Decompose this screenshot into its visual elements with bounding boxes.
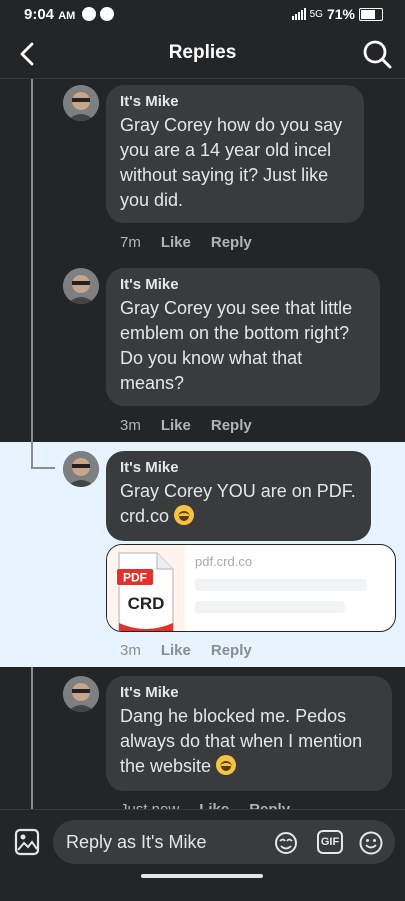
reply-button[interactable]: Reply [211, 642, 252, 659]
home-indicator[interactable] [141, 874, 263, 878]
reply-thread: It's Mike Gray Corey how do you say you … [0, 79, 405, 809]
messenger-icon [100, 7, 114, 21]
pdf-thumbnail: PDF CRD [107, 545, 185, 631]
like-button[interactable]: Like [161, 417, 191, 434]
page-title: Replies [168, 42, 237, 63]
highlighted-comment: It's Mike Gray Corey YOU are on PDF. crd… [0, 442, 405, 667]
status-bar: 9:04 AM 5G 71% [0, 0, 405, 30]
comment: It's Mike Gray Corey how do you say you … [0, 79, 405, 262]
comment: It's Mike Gray Corey you see that little… [0, 262, 405, 442]
comment-actions: 7m Like Reply [120, 234, 252, 251]
signal-icon [291, 8, 306, 20]
comment-bubble[interactable]: It's Mike Gray Corey you see that little… [106, 268, 380, 406]
comment-actions: 3m Like Reply [120, 417, 252, 434]
comment-text: Gray Corey YOU are on PDF. crd.co [120, 481, 356, 526]
link-title-placeholder [195, 601, 345, 613]
comment-time: 3m [120, 417, 141, 434]
comment-time: Just now [120, 801, 179, 809]
photo-icon[interactable] [14, 828, 40, 856]
link-preview-card[interactable]: PDF CRD pdf.crd.co [106, 544, 396, 632]
avatar[interactable] [63, 268, 99, 304]
network-label: 5G [309, 8, 323, 20]
comment-author[interactable]: It's Mike [120, 276, 366, 293]
emoji-icon[interactable] [358, 830, 384, 856]
reply-button[interactable]: Reply [211, 417, 252, 434]
comment-bubble[interactable]: It's Mike Dang he blocked me. Pedos alwa… [106, 676, 392, 791]
battery-label: 71% [326, 6, 355, 22]
reply-button[interactable]: Reply [249, 801, 290, 809]
avatar[interactable] [63, 676, 99, 712]
like-button[interactable]: Like [161, 642, 191, 659]
comment-text: Gray Corey you see that little emblem on… [120, 298, 353, 393]
comment: It's Mike Dang he blocked me. Pedos alwa… [0, 667, 405, 809]
comment-author[interactable]: It's Mike [120, 684, 378, 701]
reply-input[interactable]: Reply as It's Mike GIF [53, 820, 395, 864]
battery-icon [359, 7, 383, 21]
crd-thumb-label: CRD [128, 594, 165, 613]
sticker-icon[interactable] [273, 830, 299, 856]
rofl-emoji-icon [174, 505, 195, 525]
like-button[interactable]: Like [199, 801, 229, 809]
comment-author[interactable]: It's Mike [120, 93, 350, 110]
status-time: 9:04 AM [24, 6, 76, 23]
search-icon[interactable] [361, 38, 393, 70]
top-bar: Replies [0, 30, 405, 79]
pdf-thumb-label: PDF [123, 571, 147, 585]
comment-author[interactable]: It's Mike [120, 459, 357, 476]
system-icons: 5G 71% [291, 6, 383, 22]
notification-icons [82, 7, 114, 21]
gif-icon[interactable]: GIF [317, 830, 343, 854]
link-title-placeholder [195, 579, 367, 591]
reply-button[interactable]: Reply [211, 234, 252, 251]
comment-actions: Just now Like Reply [120, 801, 290, 809]
comment-time: 3m [120, 642, 141, 659]
avatar[interactable] [63, 85, 99, 121]
avatar[interactable] [63, 451, 99, 487]
reply-composer: Reply as It's Mike GIF [0, 809, 405, 901]
link-domain: pdf.crd.co [195, 554, 253, 569]
comment-time: 7m [120, 234, 141, 251]
comment-actions: 3m Like Reply [120, 642, 252, 659]
comment-bubble[interactable]: It's Mike Gray Corey YOU are on PDF. crd… [106, 451, 371, 541]
comment-bubble[interactable]: It's Mike Gray Corey how do you say you … [106, 85, 364, 223]
rofl-emoji-icon [216, 755, 237, 775]
reply-placeholder: Reply as It's Mike [66, 832, 207, 852]
chat-bubble-icon [82, 7, 96, 21]
like-button[interactable]: Like [161, 234, 191, 251]
comment-text: Dang he blocked me. Pedos always do that… [120, 706, 363, 776]
comment-text: Gray Corey how do you say you are a 14 y… [120, 115, 343, 210]
